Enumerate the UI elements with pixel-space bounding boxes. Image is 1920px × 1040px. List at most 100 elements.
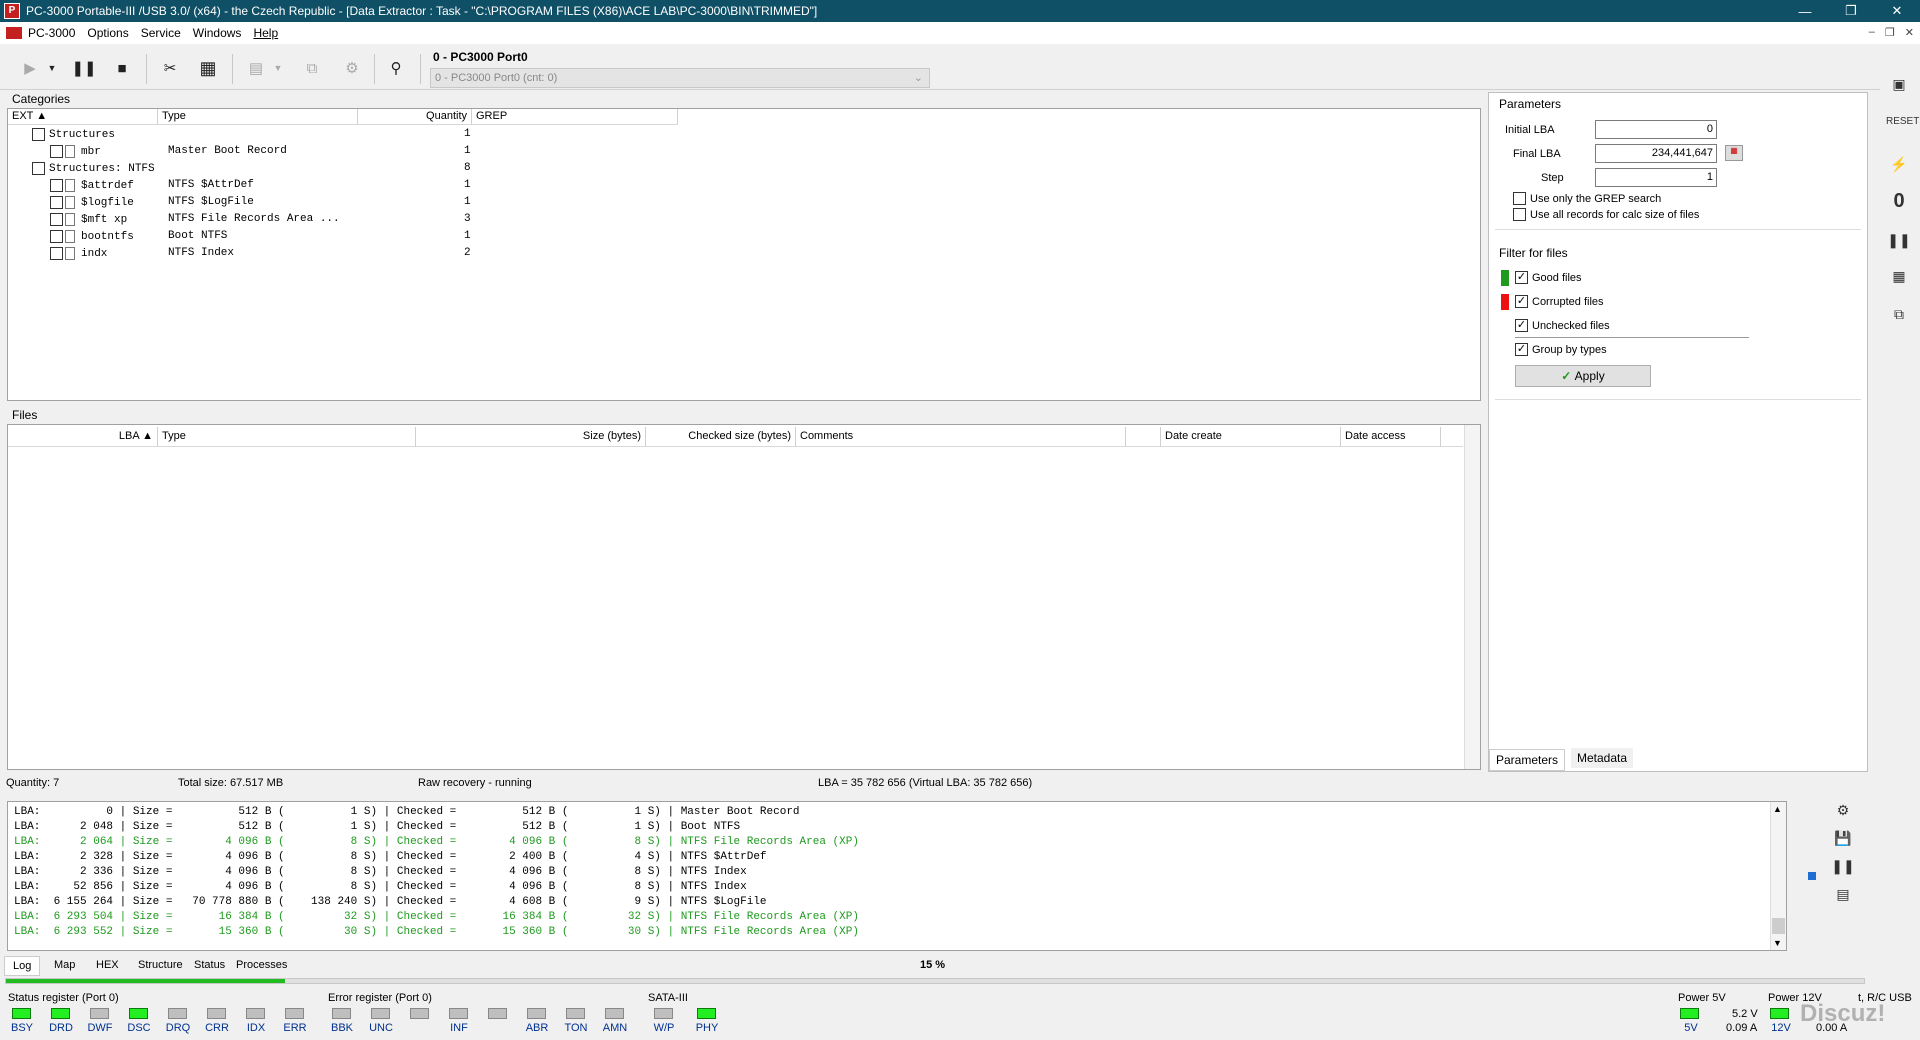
tools-icon[interactable]: ✂	[158, 56, 182, 80]
tab-map[interactable]: Map	[54, 959, 75, 971]
col-date-access[interactable]: Date access	[1341, 427, 1441, 446]
maximize-button[interactable]: ❐	[1828, 3, 1874, 19]
menu-windows[interactable]: Windows	[187, 26, 248, 40]
group-checkbox[interactable]	[32, 128, 45, 141]
category-item[interactable]: $mft xp	[50, 211, 127, 228]
col-blank[interactable]	[1126, 427, 1161, 446]
item-checkbox[interactable]	[50, 179, 63, 192]
group-checkbox[interactable]	[32, 162, 45, 175]
col-comments[interactable]: Comments	[796, 427, 1126, 446]
category-item[interactable]: $attrdef	[50, 177, 134, 194]
play-icon[interactable]: ▶	[18, 56, 42, 80]
stop-icon[interactable]: ■	[110, 56, 134, 80]
pause-side-icon[interactable]: ❚❚	[1886, 232, 1912, 256]
scroll-down-icon[interactable]: ▼	[1773, 938, 1782, 948]
log-settings-icon[interactable]: ⚙	[1830, 802, 1856, 826]
menu-pc3000[interactable]: PC-3000	[22, 26, 81, 40]
file-icon	[65, 145, 75, 158]
category-item[interactable]: indx	[50, 245, 107, 262]
col-date-create[interactable]: Date create	[1161, 427, 1341, 446]
dropdown-arrow-icon[interactable]: ▼	[46, 56, 58, 80]
col-lba[interactable]: LBA ▲	[8, 427, 158, 446]
menu-service[interactable]: Service	[135, 26, 187, 40]
save-icon[interactable]: 💾	[1830, 830, 1856, 854]
mdi-restore-icon[interactable]: ❐	[1885, 26, 1895, 39]
category-item[interactable]: mbr	[50, 143, 101, 160]
export-dropdown-icon[interactable]: ▼	[272, 56, 284, 80]
drive-icon[interactable]: ▣	[1886, 76, 1912, 100]
tab-metadata[interactable]: Metadata	[1571, 748, 1634, 768]
good-files-option[interactable]: ✓ Good files	[1515, 271, 1582, 284]
mdi-close-icon[interactable]: ✕	[1905, 26, 1914, 39]
scroll-up-icon[interactable]: ▲	[1773, 804, 1782, 814]
grep-only-option[interactable]: Use only the GREP search	[1513, 192, 1661, 205]
col-ext[interactable]: EXT ▲	[8, 109, 158, 124]
grep-only-checkbox[interactable]	[1513, 192, 1526, 205]
log-line: LBA: 52 856 | Size = 4 096 B ( 8 S) | Ch…	[14, 881, 747, 893]
max-lba-icon[interactable]: ▦	[1725, 145, 1743, 161]
power-icon[interactable]: ⚡	[1886, 156, 1912, 180]
tab-processes[interactable]: Processes	[236, 959, 287, 971]
final-lba-field[interactable]: 234,441,647	[1595, 144, 1717, 163]
port-select[interactable]: 0 - PC3000 Port0 (cnt: 0) ⌄	[430, 68, 930, 88]
item-checkbox[interactable]	[50, 230, 63, 243]
category-group[interactable]: Structures: NTFS	[32, 160, 155, 177]
step-field[interactable]: 1	[1595, 168, 1717, 187]
map-icon[interactable]: ▦	[1886, 268, 1912, 292]
files-header: LBA ▲ Type Size (bytes) Checked size (by…	[8, 427, 1463, 447]
group-by-types-option[interactable]: ✓ Group by types	[1515, 343, 1607, 356]
unchecked-files-option[interactable]: ✓ Unchecked files	[1515, 319, 1610, 332]
chevron-down-icon: ⌄	[913, 72, 923, 84]
close-button[interactable]: ✕	[1874, 3, 1920, 19]
col-checked-size[interactable]: Checked size (bytes)	[646, 427, 796, 446]
minimize-button[interactable]: —	[1782, 4, 1828, 19]
apply-button[interactable]: ✓ Apply	[1515, 365, 1651, 387]
log-scroll-thumb[interactable]	[1772, 918, 1785, 934]
zero-icon[interactable]: 0	[1886, 190, 1912, 214]
category-group[interactable]: Structures	[32, 126, 115, 143]
corrupted-files-checkbox[interactable]: ✓	[1515, 295, 1528, 308]
copy-side-icon[interactable]: ⧉	[1886, 306, 1912, 330]
reset-icon[interactable]: RESET	[1886, 116, 1919, 140]
initial-lba-field[interactable]: 0	[1595, 120, 1717, 139]
item-checkbox[interactable]	[50, 145, 63, 158]
mode-status: Raw recovery - running	[418, 777, 532, 789]
mdi-minimize-icon[interactable]: –	[1869, 26, 1875, 39]
col-grep[interactable]: GREP	[472, 109, 678, 124]
item-checkbox[interactable]	[50, 196, 63, 209]
tab-parameters[interactable]: Parameters	[1489, 749, 1566, 771]
category-item[interactable]: bootntfs	[50, 228, 134, 245]
good-files-checkbox[interactable]: ✓	[1515, 271, 1528, 284]
log-scrollbar[interactable]: ▲ ▼	[1770, 802, 1786, 950]
files-scrollbar[interactable]	[1464, 425, 1480, 769]
group-by-types-checkbox[interactable]: ✓	[1515, 343, 1528, 356]
all-records-checkbox[interactable]	[1513, 208, 1526, 221]
tab-hex[interactable]: HEX	[96, 959, 119, 971]
tab-status[interactable]: Status	[194, 959, 225, 971]
menu-options[interactable]: Options	[81, 26, 134, 40]
item-type: Master Boot Record	[168, 145, 287, 157]
col-type[interactable]: Type	[158, 427, 416, 446]
corrupted-files-option[interactable]: ✓ Corrupted files	[1515, 295, 1604, 308]
pause-icon[interactable]: ❚❚	[71, 56, 96, 80]
led-indicator	[605, 1008, 624, 1019]
save-as-icon[interactable]: ▤	[1830, 886, 1856, 910]
menu-help[interactable]: Help	[247, 26, 284, 40]
copy-icon[interactable]: ⧉	[300, 56, 324, 80]
col-quantity[interactable]: Quantity	[358, 109, 472, 124]
unchecked-files-checkbox[interactable]: ✓	[1515, 319, 1528, 332]
statistics-icon[interactable]: ⚲	[384, 56, 408, 80]
tab-log[interactable]: Log	[4, 956, 41, 976]
all-records-option[interactable]: Use all records for calc size of files	[1513, 208, 1699, 221]
item-checkbox[interactable]	[50, 213, 63, 226]
export-icon[interactable]: ▤	[244, 56, 268, 80]
settings-copy-icon[interactable]: ⚙	[340, 56, 364, 80]
col-size[interactable]: Size (bytes)	[416, 427, 646, 446]
col-type[interactable]: Type	[158, 109, 358, 124]
tab-structure[interactable]: Structure	[138, 959, 183, 971]
led-label: DSC	[127, 1022, 151, 1034]
pause-log-icon[interactable]: ❚❚	[1830, 858, 1856, 882]
grid-icon[interactable]: ▦	[196, 56, 220, 80]
category-item[interactable]: $logfile	[50, 194, 134, 211]
item-checkbox[interactable]	[50, 247, 63, 260]
